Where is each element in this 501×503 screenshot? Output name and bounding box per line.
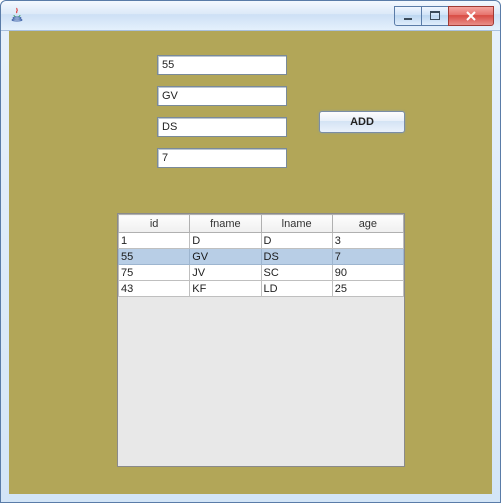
table-row[interactable]: 75JVSC90 [119,265,404,281]
cell-lname[interactable]: D [261,233,332,249]
table-row[interactable]: 55GVDS7 [119,249,404,265]
cell-fname[interactable]: GV [190,249,261,265]
cell-id[interactable]: 55 [119,249,190,265]
cell-id[interactable]: 43 [119,281,190,297]
form-panel: ADD [9,31,492,209]
minimize-button[interactable] [394,6,422,26]
table-empty-area [119,299,403,465]
cell-id[interactable]: 75 [119,265,190,281]
cell-fname[interactable]: D [190,233,261,249]
titlebar[interactable] [1,1,500,31]
cell-fname[interactable]: JV [190,265,261,281]
age-field[interactable] [157,148,287,168]
table-row[interactable]: 43KFLD25 [119,281,404,297]
cell-lname[interactable]: DS [261,249,332,265]
lname-field[interactable] [157,117,287,137]
fname-field[interactable] [157,86,287,106]
col-id[interactable]: id [119,215,190,233]
cell-lname[interactable]: SC [261,265,332,281]
add-button[interactable]: ADD [319,111,405,133]
col-fname[interactable]: fname [190,215,261,233]
col-lname[interactable]: lname [261,215,332,233]
table-row[interactable]: 1DD3 [119,233,404,249]
data-table[interactable]: id fname lname age 1DD355GVDS775JVSC9043… [118,214,404,297]
id-field[interactable] [157,55,287,75]
table-panel: id fname lname age 1DD355GVDS775JVSC9043… [9,209,492,494]
cell-age[interactable]: 90 [332,265,403,281]
client-area: ADD id fname lname age 1DD355GVDS775JVSC… [9,31,492,494]
cell-age[interactable]: 3 [332,233,403,249]
close-button[interactable] [448,6,494,26]
table-scrollpane[interactable]: id fname lname age 1DD355GVDS775JVSC9043… [117,213,405,467]
table-header-row: id fname lname age [119,215,404,233]
app-window: ADD id fname lname age 1DD355GVDS775JVSC… [0,0,501,503]
java-icon [9,6,25,25]
col-age[interactable]: age [332,215,403,233]
maximize-button[interactable] [421,6,449,26]
cell-age[interactable]: 7 [332,249,403,265]
cell-age[interactable]: 25 [332,281,403,297]
cell-fname[interactable]: KF [190,281,261,297]
cell-id[interactable]: 1 [119,233,190,249]
cell-lname[interactable]: LD [261,281,332,297]
